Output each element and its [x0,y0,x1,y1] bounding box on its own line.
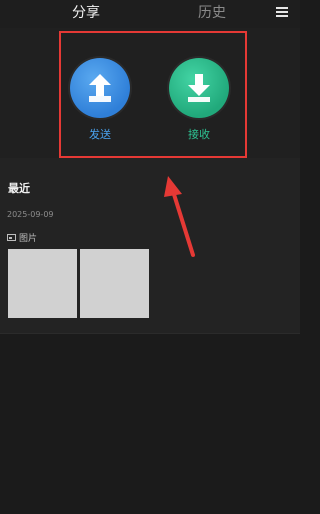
annotation-arrow [164,176,195,257]
app-root: 分享 历史 发送 接收 最近 2025-09-09 图片 [0,0,300,514]
